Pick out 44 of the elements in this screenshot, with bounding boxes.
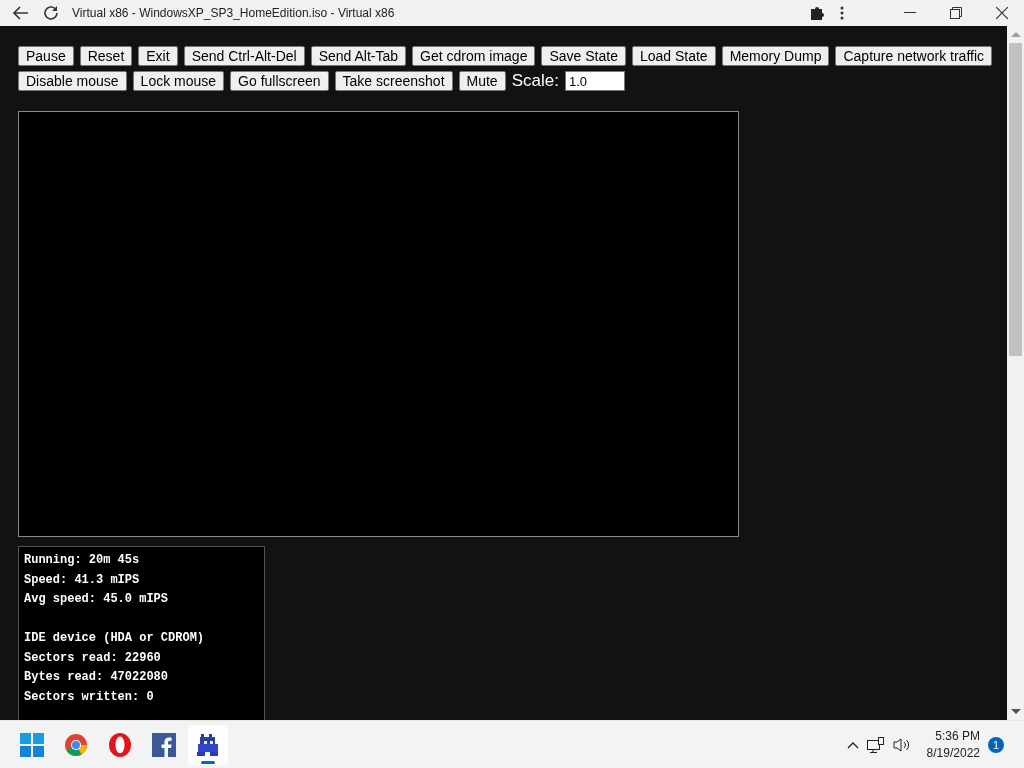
- toolbar-button[interactable]: Pause: [18, 46, 74, 66]
- scroll-down-icon[interactable]: [1010, 707, 1021, 715]
- stat-line: Sectors written: 0: [24, 688, 155, 706]
- stat-line: IDE device (HDA or CDROM): [24, 630, 206, 647]
- restore-icon[interactable]: [950, 7, 962, 19]
- window-title: Virtual x86 - WindowsXP_SP3_HomeEdition.iso - Virtual x86: [72, 6, 395, 20]
- taskbar-clock[interactable]: 5:36 PM 8/19/2022: [926, 727, 980, 762]
- reload-icon[interactable]: [42, 4, 60, 22]
- puzzle-icon[interactable]: [808, 4, 826, 22]
- toolbar-button[interactable]: Reset: [79, 46, 133, 66]
- toolbar-button[interactable]: Capture network traffic: [835, 46, 993, 66]
- speaker-icon[interactable]: [892, 736, 911, 753]
- scale-label: Scale:: [511, 71, 559, 91]
- stat-line: Avg speed: 45.0 mIPS: [24, 591, 170, 608]
- windows-logo-icon[interactable]: [20, 732, 44, 757]
- toolbar-button[interactable]: Load State: [631, 46, 716, 66]
- stat-line: Speed: 41.3 mIPS: [24, 571, 141, 589]
- stat-line: Running: 20m 45s: [24, 552, 141, 569]
- toolbar-button[interactable]: Exit: [138, 46, 178, 66]
- chevron-up-icon[interactable]: [846, 740, 859, 749]
- facebook-icon[interactable]: [152, 732, 176, 757]
- toolbar-button[interactable]: Memory Dump: [721, 46, 830, 66]
- close-icon[interactable]: [996, 7, 1008, 19]
- stat-line: Sectors read: 22960: [24, 649, 162, 667]
- pixel-creature-icon[interactable]: [195, 731, 221, 758]
- toolbar-button[interactable]: Lock mouse: [132, 71, 225, 91]
- opera-icon[interactable]: [108, 732, 132, 757]
- back-arrow-icon[interactable]: [12, 4, 30, 22]
- toolbar-button[interactable]: Get cdrom image: [412, 46, 536, 66]
- more-icon[interactable]: [840, 6, 844, 20]
- stat-line: Bytes read: 47022080: [24, 669, 170, 686]
- minimize-icon[interactable]: [904, 12, 916, 14]
- toolbar-button[interactable]: Go fullscreen: [230, 71, 329, 91]
- toolbar-button[interactable]: Send Alt-Tab: [310, 46, 407, 66]
- toolbar-button[interactable]: Mute: [458, 71, 506, 91]
- toolbar-button[interactable]: Take screenshot: [334, 71, 453, 91]
- scale-field[interactable]: 1.0: [564, 71, 625, 91]
- scrollbar-thumb[interactable]: [1009, 43, 1022, 356]
- toolbar-button[interactable]: Save State: [541, 46, 626, 66]
- chrome-icon[interactable]: [64, 732, 88, 757]
- toolbar-button[interactable]: Send Ctrl-Alt-Del: [183, 46, 305, 66]
- notification-badge[interactable]: 1: [988, 736, 1004, 753]
- toolbar-button[interactable]: Disable mouse: [18, 71, 127, 91]
- network-icon[interactable]: [866, 736, 885, 753]
